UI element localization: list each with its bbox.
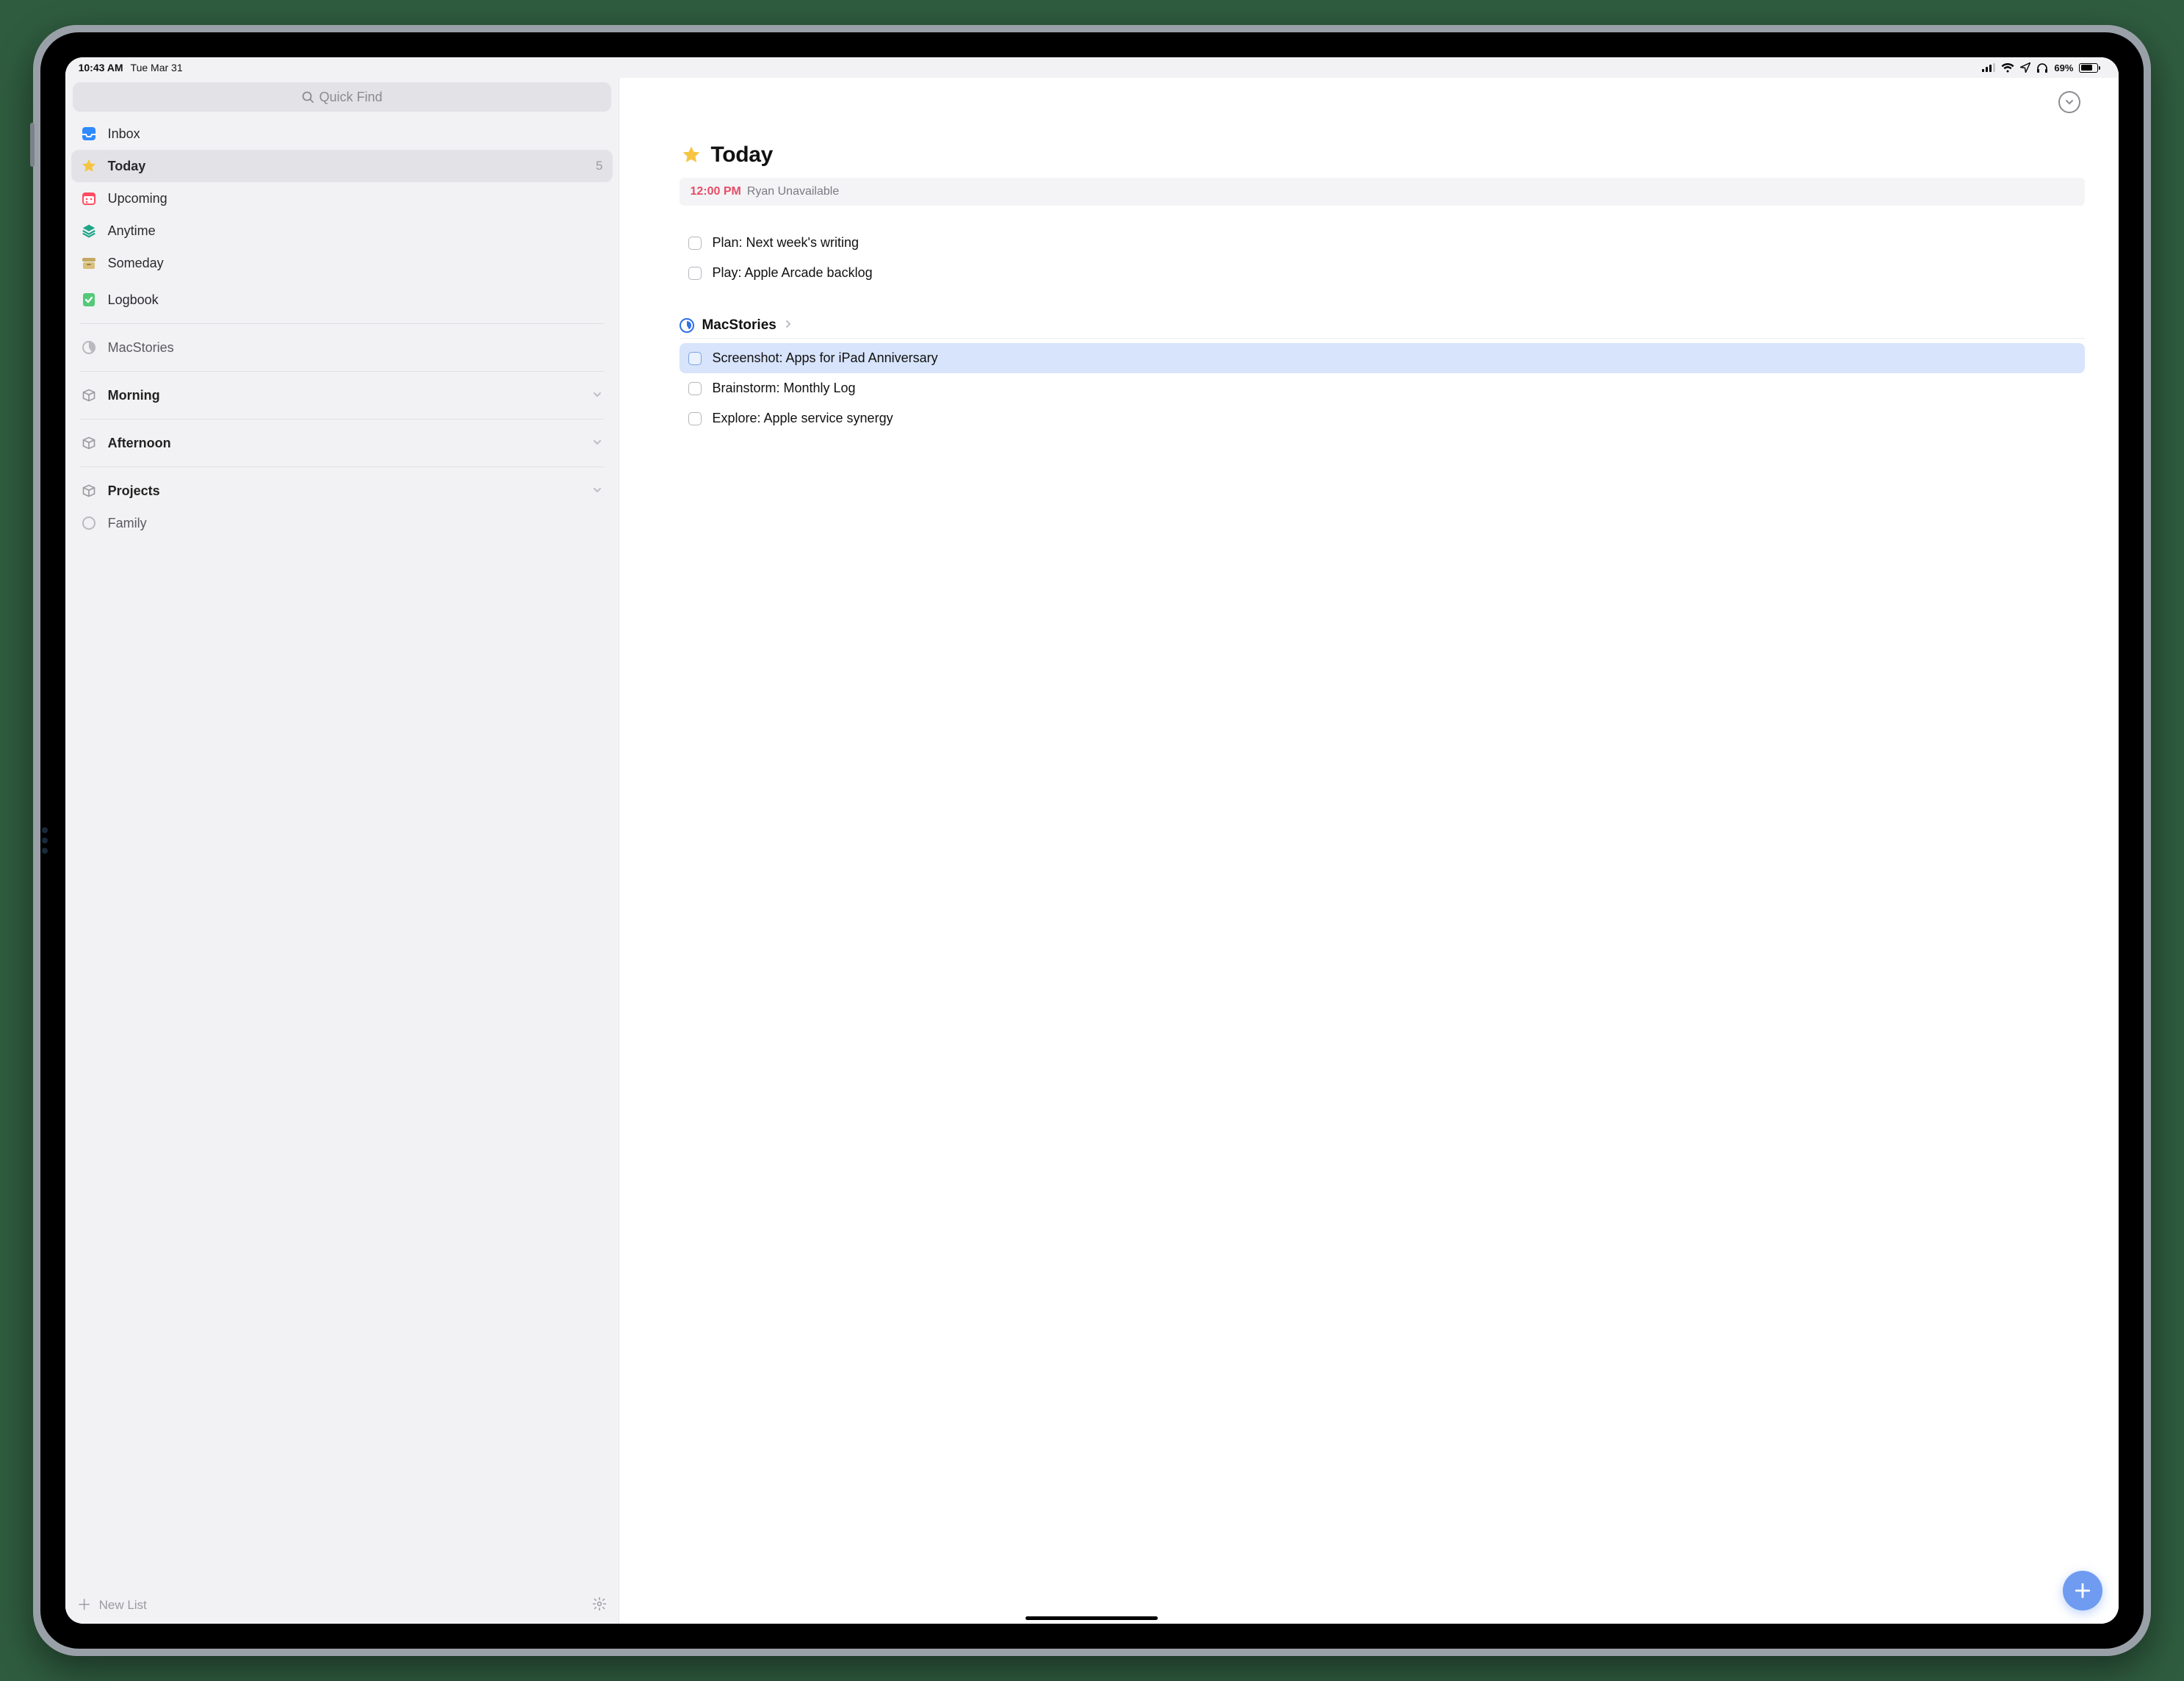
section-title: MacStories: [702, 317, 776, 334]
event-time: 12:00 PM: [690, 185, 740, 198]
headphones-icon: [2036, 62, 2048, 73]
area-icon: [80, 386, 98, 404]
divider: [680, 338, 2085, 339]
sidebar-item-label: Anytime: [108, 223, 605, 239]
screen: 10:43 AM Tue Mar 31 69: [65, 57, 2119, 1623]
project-progress-icon: [80, 339, 98, 356]
event-name: Ryan Unavailable: [747, 185, 839, 198]
sidebar-item-today[interactable]: Today 5: [71, 150, 613, 182]
task-label: Screenshot: Apps for iPad Anniversary: [712, 350, 937, 366]
device-bezel: 10:43 AM Tue Mar 31 69: [40, 32, 2144, 1648]
checkbox[interactable]: [688, 352, 702, 365]
chevron-right-icon: [784, 319, 793, 332]
add-button[interactable]: [2063, 1571, 2102, 1610]
battery-percent: 69%: [2054, 62, 2073, 73]
area-icon: [80, 482, 98, 500]
sidebar-area-afternoon[interactable]: Afternoon: [71, 427, 613, 459]
cellular-icon: [1982, 63, 1995, 72]
volume-button: [30, 123, 35, 167]
divider: [80, 371, 605, 372]
search-placeholder: Quick Find: [320, 90, 383, 105]
checkbox[interactable]: [688, 267, 702, 280]
checkbox[interactable]: [688, 412, 702, 425]
star-icon: [80, 157, 98, 175]
sidebar-item-upcoming[interactable]: Upcoming: [71, 182, 613, 215]
sidebar-item-label: Someday: [108, 256, 605, 271]
task-row[interactable]: Play: Apple Arcade backlog: [680, 258, 2085, 288]
task-label: Play: Apple Arcade backlog: [712, 265, 872, 281]
layers-icon: [80, 222, 98, 240]
battery-icon: [2079, 63, 2098, 73]
device-frame: 10:43 AM Tue Mar 31 69: [33, 25, 2152, 1655]
calendar-event[interactable]: 12:00 PM Ryan Unavailable: [680, 178, 2085, 206]
task-row[interactable]: Explore: Apple service synergy: [680, 403, 2085, 433]
star-icon: [681, 145, 702, 165]
task-label: Explore: Apple service synergy: [712, 411, 893, 426]
status-time: 10:43 AM: [79, 62, 123, 73]
new-list-button[interactable]: ＋ New List: [77, 1598, 147, 1613]
new-list-label: New List: [99, 1598, 147, 1613]
checkbox[interactable]: [688, 382, 702, 395]
area-icon: [80, 434, 98, 452]
home-indicator[interactable]: [1026, 1616, 1158, 1620]
location-icon: [2020, 62, 2030, 73]
plus-icon: ＋: [77, 1598, 92, 1613]
chevron-down-icon: [2064, 97, 2075, 107]
sidebar-item-label: Logbook: [108, 292, 605, 308]
task-label: Brainstorm: Monthly Log: [712, 381, 855, 396]
search-icon: [302, 91, 314, 103]
task-row[interactable]: Plan: Next week's writing: [680, 228, 2085, 258]
project-progress-icon: [80, 514, 98, 532]
sidebar-item-label: Morning: [108, 388, 583, 403]
search-input[interactable]: Quick Find: [73, 82, 612, 112]
sidebar-item-logbook[interactable]: Logbook: [71, 284, 613, 316]
sidebar-item-label: Today: [108, 159, 585, 174]
section-header[interactable]: MacStories: [680, 317, 2085, 334]
sidebar-item-anytime[interactable]: Anytime: [71, 215, 613, 247]
calendar-icon: [80, 190, 98, 207]
status-bar: 10:43 AM Tue Mar 31 69: [65, 57, 2119, 78]
main-panel: Today 12:00 PM Ryan Unavailable Plan: Ne…: [619, 78, 2119, 1623]
plus-icon: [2073, 1581, 2092, 1600]
task-row[interactable]: Screenshot: Apps for iPad Anniversary: [680, 343, 2085, 373]
sidebar-item-label: MacStories: [108, 340, 605, 356]
sidebar-item-label: Family: [108, 516, 605, 531]
task-label: Plan: Next week's writing: [712, 235, 859, 251]
gear-icon: [592, 1597, 607, 1611]
sidebar-item-inbox[interactable]: Inbox: [71, 118, 613, 150]
chevron-down-icon: [592, 388, 602, 403]
settings-button[interactable]: [592, 1597, 607, 1615]
chevron-down-icon: [592, 436, 602, 451]
sidebar-item-macstories[interactable]: MacStories: [71, 331, 613, 364]
sidebar-item-label: Afternoon: [108, 436, 583, 451]
divider: [80, 419, 605, 420]
sidebar-item-label: Upcoming: [108, 191, 605, 206]
sidebar-item-someday[interactable]: Someday: [71, 247, 613, 279]
sidebar-item-label: Inbox: [108, 126, 605, 142]
divider: [80, 323, 605, 324]
inbox-icon: [80, 125, 98, 143]
sidebar-item-label: Projects: [108, 483, 583, 499]
sidebar-area-projects[interactable]: Projects: [71, 475, 613, 507]
task-row[interactable]: Brainstorm: Monthly Log: [680, 373, 2085, 403]
sidebar-item-count: 5: [596, 159, 602, 173]
camera-sensor: [42, 838, 48, 843]
content-area: Quick Find Inbox: [65, 78, 2119, 1623]
chevron-down-icon: [592, 483, 602, 499]
wifi-icon: [2001, 63, 2014, 73]
archive-icon: [80, 254, 98, 272]
status-date: Tue Mar 31: [131, 62, 183, 73]
page-title: Today: [710, 143, 773, 168]
sidebar: Quick Find Inbox: [65, 78, 620, 1623]
sidebar-area-morning[interactable]: Morning: [71, 379, 613, 411]
sidebar-item-family[interactable]: Family: [71, 507, 613, 539]
collapse-button[interactable]: [2058, 91, 2080, 113]
logbook-icon: [80, 291, 98, 309]
project-progress-icon: [680, 318, 694, 333]
checkbox[interactable]: [688, 237, 702, 250]
